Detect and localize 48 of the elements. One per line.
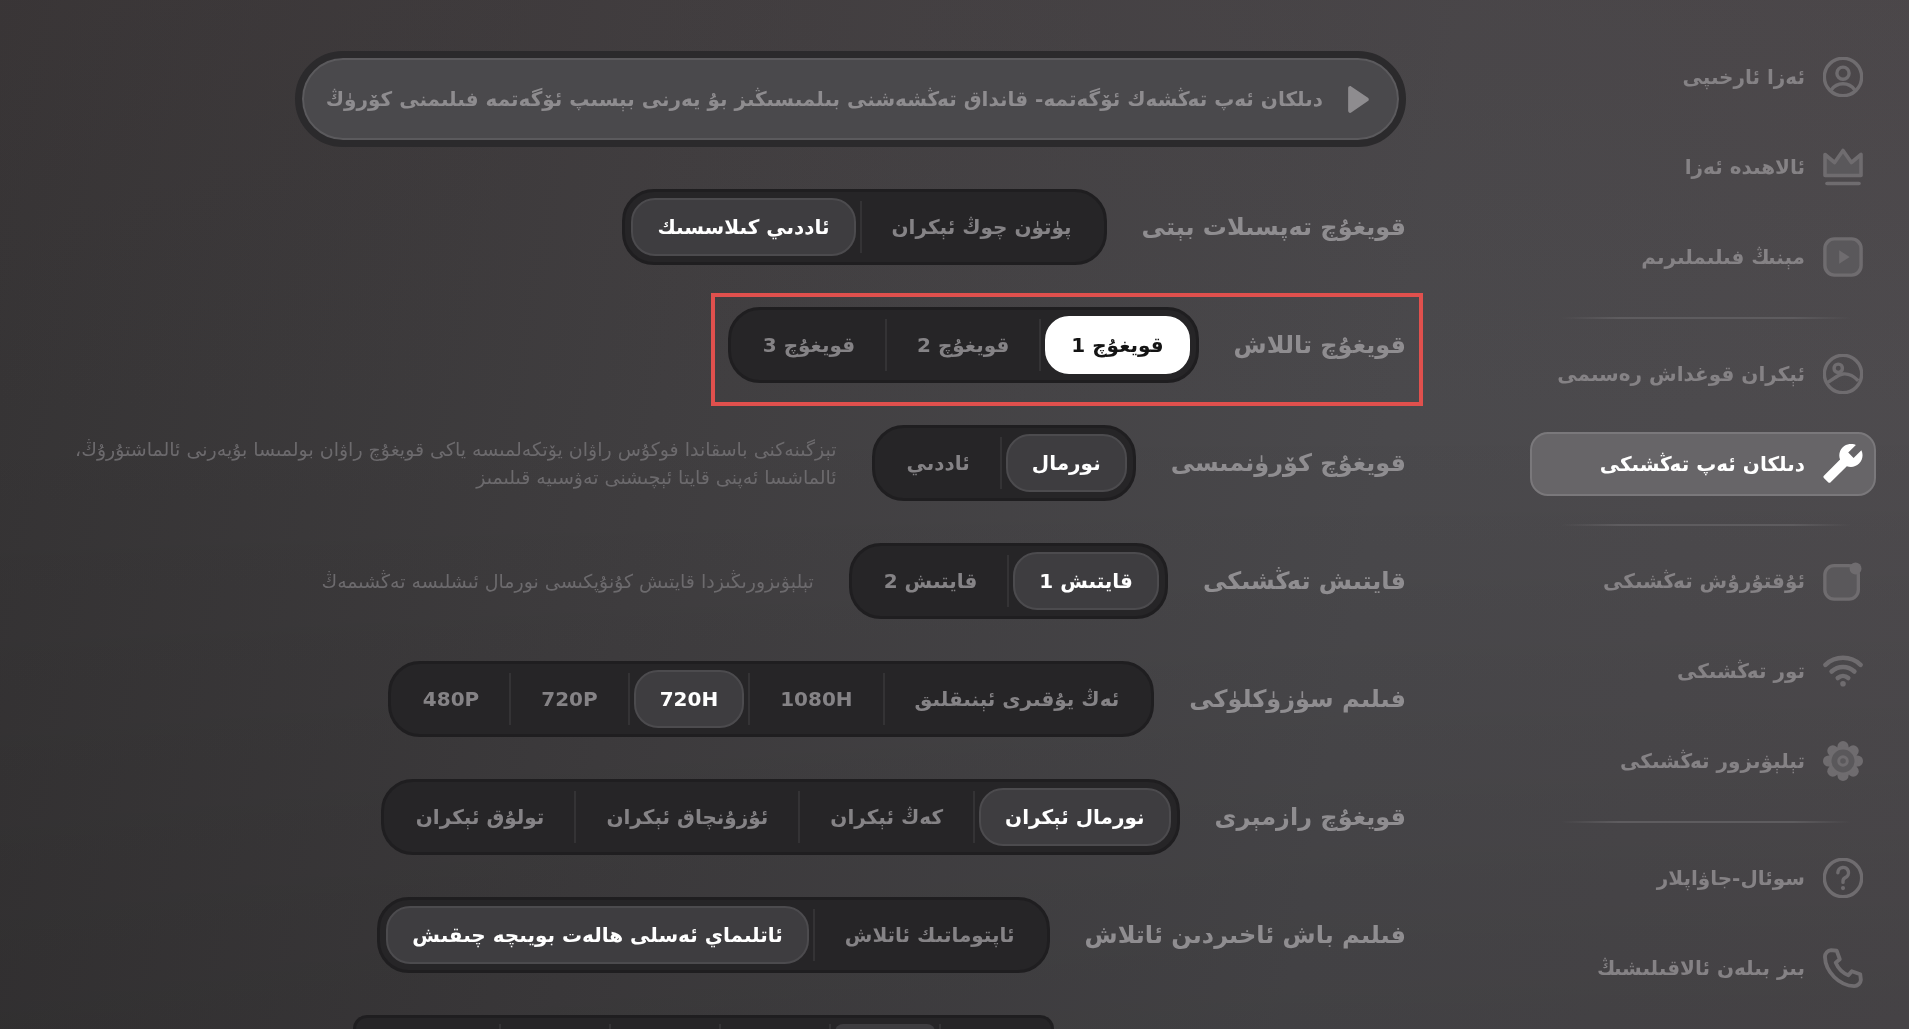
sidebar-item[interactable]: تېلېۋىزور تەڭشىكى (1530, 729, 1876, 793)
segment-button[interactable]: 1080H (754, 670, 879, 728)
setting-label: فىلىم باش ئاخىردىن ئاتلاش (1084, 921, 1406, 949)
sidebar-item[interactable]: سوئال-جاۋاپلار (1530, 846, 1876, 910)
segment-button[interactable]: ئاپتوماتىك ئاتلاش (818, 906, 1041, 964)
segment-button[interactable]: قايتىش 2 (857, 552, 1004, 610)
user-icon (1823, 57, 1863, 97)
segment-button[interactable]: 720P (515, 670, 624, 728)
tutorial-banner[interactable]: دىلكان ئەپ تەڭشەك ئۆگەتمە- قانداق تەڭشەشنى بىلمىسىڭىز بۇ يەرنى بېسىپ ئۆگەتمە فىلىمنى كۆرۈڭ (294, 51, 1406, 147)
setting-label: قويغۇچ كۆرۈنمىسى (1170, 449, 1406, 477)
notification-icon (1823, 561, 1863, 601)
setting-label: قايتىش تەڭشىكى (1202, 567, 1406, 595)
play-icon (1348, 85, 1369, 113)
setting-label: قويغۇچ تەپسىلات بېتى (1141, 213, 1406, 241)
segment-button[interactable]: نورمال (1005, 434, 1127, 492)
play-square-icon (1823, 237, 1863, 277)
sidebar-item[interactable]: ئېكران قوغداش رەسىمى (1530, 342, 1876, 406)
sidebar-item[interactable]: ئۇقتۇرۇش تەڭشىكى (1530, 549, 1876, 613)
gear-icon (1823, 741, 1863, 781)
segment-button[interactable]: 480P (396, 670, 506, 728)
segment-button[interactable]: ئۇزۇنچاق ئېكران (580, 788, 795, 846)
segment-button[interactable]: پۈتۈن چوڭ ئېكران (865, 198, 1098, 256)
wrench-icon (1823, 444, 1863, 484)
segment-button[interactable]: ئاتلىماي ئەسلى ھالەت بويىچە چىقىش (386, 906, 809, 964)
segment-button[interactable]: ئاددىي (880, 434, 996, 492)
sidebar-item[interactable]: بىز بىلەن ئالاقىلىشىڭ (1530, 936, 1876, 1000)
help-icon (1823, 858, 1863, 898)
sidebar-item[interactable]: دىلكان ئەپ تەڭشىكى (1530, 432, 1876, 496)
sidebar-item[interactable]: ئەزا ئارخىپى (1530, 45, 1876, 109)
setting-label: فىلىم سۈزۈكلۈكى (1189, 685, 1406, 713)
setting-label: قويغۇچ تاللاش (1233, 331, 1406, 359)
segment-button[interactable]: قويغۇچ 3 (736, 316, 882, 374)
segment-button[interactable]: ئاددىي كىلاسسىك (631, 198, 856, 256)
segment-button[interactable]: قويغۇچ 2 (891, 316, 1036, 374)
segment-button[interactable]: كەڭ ئېكران (804, 788, 970, 846)
segment-button[interactable]: ئەڭ يۇقىرى ئېنىقلىق (888, 670, 1146, 728)
segment-button[interactable]: تولۇق ئېكران (389, 788, 571, 846)
sidebar-item[interactable]: ئالاھىدە ئەزا (1530, 135, 1876, 199)
sidebar-item[interactable]: مېنىڭ فىلىملىرىم (1530, 225, 1876, 289)
sidebar-item[interactable]: تور تەڭشىكى (1530, 639, 1876, 703)
segment-button[interactable]: 720H (633, 670, 745, 728)
setting-label: قويغۇچ رازمېرى (1214, 803, 1406, 831)
segment-button[interactable]: نورمال ئېكران (979, 788, 1171, 846)
phone-icon (1823, 948, 1863, 988)
image-icon (1823, 354, 1863, 394)
crown-icon (1823, 147, 1863, 187)
segment-button[interactable]: قويغۇچ 1 (1045, 316, 1190, 374)
segment-button[interactable]: قايتىش 1 (1013, 552, 1159, 610)
